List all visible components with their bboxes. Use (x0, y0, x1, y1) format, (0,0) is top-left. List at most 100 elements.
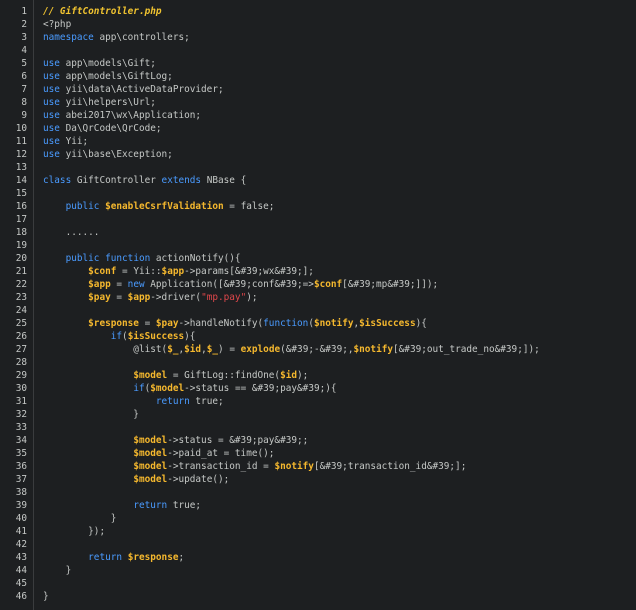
code-text: $model->transaction_id = $notify[&#39;tr… (43, 460, 466, 473)
code-editor[interactable]: 1 // GiftController.php 2 <?php 3 namespace a… (0, 0, 636, 610)
code-token: // GiftController.php (43, 6, 162, 17)
code-token: use (43, 97, 60, 108)
line-number: 28 (15, 357, 27, 368)
code-line: 42 (0, 538, 636, 551)
code-token: use (43, 123, 60, 134)
line-number: 14 (15, 175, 27, 186)
code-text: $pay = $app->driver("mp.pay"); (43, 291, 257, 304)
line-number: 7 (21, 84, 27, 95)
code-line: 28 (0, 356, 636, 369)
line-number: 6 (21, 71, 27, 82)
code-token: $app (161, 266, 185, 277)
code-line: 3 namespace app\controllers; (0, 31, 636, 44)
line-number: 9 (21, 110, 27, 121)
code-line: 11 use Yii; (0, 135, 636, 148)
code-text: $model = GiftLog::findOne($id); (43, 369, 308, 382)
code-token: yii\data\ActiveDataProvider; (59, 84, 224, 95)
code-line: 27 @list($_,$id,$_) = explode(&#39;-&#39… (0, 343, 636, 356)
code-token: @list( (43, 344, 168, 355)
code-line: 38 (0, 486, 636, 499)
code-line: 17 (0, 213, 636, 226)
line-number: 23 (15, 292, 27, 303)
code-line: 34 $model->status = &#39;pay&#39;; (0, 434, 636, 447)
code-token: use (43, 58, 60, 69)
code-token: } (43, 409, 139, 420)
code-token: $model (133, 435, 168, 446)
code-line: 36 $model->transaction_id = $notify[&#39… (0, 460, 636, 473)
code-token: $notify (274, 461, 314, 472)
code-token: <?php (43, 19, 72, 30)
line-number: 34 (15, 435, 27, 446)
code-line: 24 (0, 304, 636, 317)
code-token: } (43, 513, 117, 524)
line-number: 20 (15, 253, 27, 264)
line-number: 40 (15, 513, 27, 524)
line-number: 32 (15, 409, 27, 420)
line-number: 1 (21, 6, 27, 17)
code-text: use Da\QrCode\QrCode; (43, 122, 162, 135)
code-text: $model->status = &#39;pay&#39;; (43, 434, 308, 447)
code-line: 6 use app\models\GiftLog; (0, 70, 636, 83)
code-line: 31 return true; (0, 395, 636, 408)
code-token: $notify (353, 344, 394, 355)
code-token: $model (133, 461, 168, 472)
code-token: use (43, 110, 60, 121)
code-text: use yii\base\Exception; (43, 148, 173, 161)
line-number: 8 (21, 97, 27, 108)
line-number: 46 (15, 591, 27, 602)
line-number: 11 (15, 136, 27, 147)
code-token: ->update(); (167, 474, 230, 485)
code-text: return true; (43, 499, 201, 512)
code-token: true; (189, 396, 224, 407)
code-token: $response (127, 552, 179, 563)
code-token: = false; (223, 201, 275, 212)
code-token: = (110, 279, 128, 290)
code-token: $model (133, 448, 168, 459)
code-token: [&#39;transaction_id&#39;]; (313, 461, 467, 472)
line-number: 39 (15, 500, 27, 511)
code-line: 39 return true; (0, 499, 636, 512)
code-line: 7 use yii\data\ActiveDataProvider; (0, 83, 636, 96)
code-token: = GiftLog::findOne( (167, 370, 281, 381)
code-token: $_ (206, 344, 219, 355)
code-line: 30 if($model->status == &#39;pay&#39;){ (0, 382, 636, 395)
code-text: use yii\data\ActiveDataProvider; (43, 83, 224, 96)
code-token: $isSuccess (127, 331, 185, 342)
line-number: 27 (15, 344, 27, 355)
code-line: 1 // GiftController.php (0, 5, 636, 18)
code-line: 14 class GiftController extends NBase { (0, 174, 636, 187)
code-text: public $enableCsrfValidation = false; (43, 200, 275, 213)
code-line: 10 use Da\QrCode\QrCode; (0, 122, 636, 135)
line-number: 17 (15, 214, 27, 225)
line-number: 18 (15, 227, 27, 238)
code-token: yii\base\Exception; (59, 149, 173, 160)
code-token: use (43, 84, 60, 95)
code-text: use abei2017\wx\Application; (43, 109, 201, 122)
code-token: Da\QrCode\QrCode; (59, 123, 162, 134)
code-token: $model (133, 370, 168, 381)
code-line: 43 return $response; (0, 551, 636, 564)
code-token: $conf (88, 266, 117, 277)
line-number: 45 (15, 578, 27, 589)
code-line: 23 $pay = $app->driver("mp.pay"); (0, 291, 636, 304)
code-token: }); (43, 526, 106, 537)
code-token: $pay (155, 318, 179, 329)
line-number: 36 (15, 461, 27, 472)
code-token: = (138, 318, 156, 329)
code-token: ){ (415, 318, 427, 329)
line-number: 31 (15, 396, 27, 407)
code-text: class GiftController extends NBase { (43, 174, 246, 187)
code-line: 40 } (0, 512, 636, 525)
code-text: } (43, 564, 72, 577)
code-token: } (43, 591, 49, 602)
